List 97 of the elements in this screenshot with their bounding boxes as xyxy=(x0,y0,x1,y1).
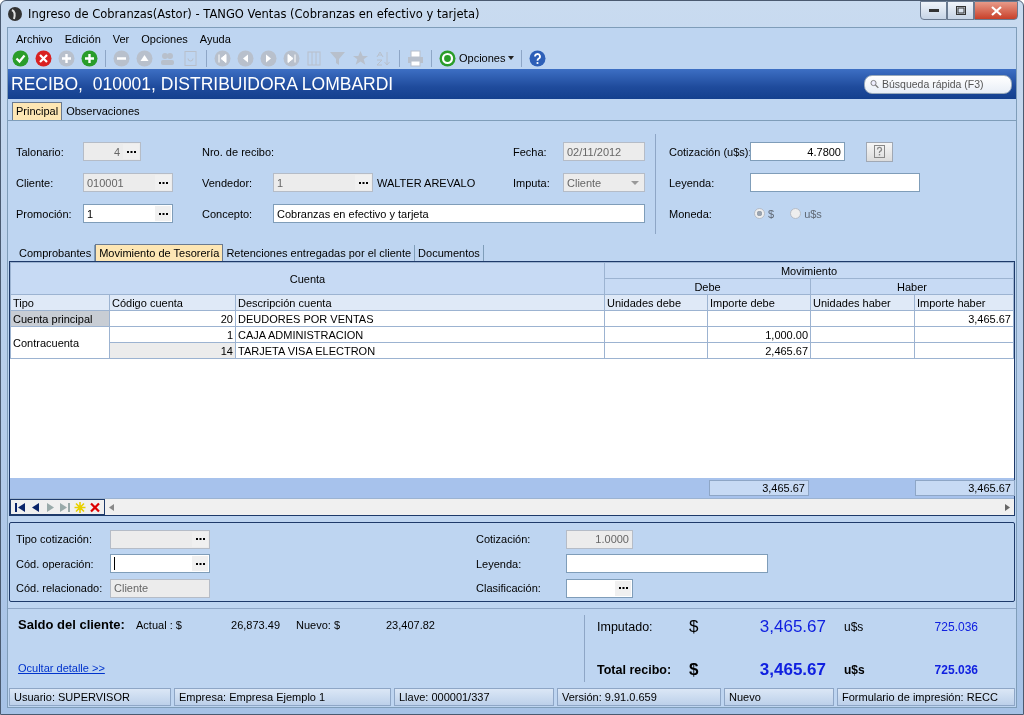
input-field[interactable] xyxy=(110,554,210,574)
tab[interactable]: Movimiento de Tesorería xyxy=(95,244,224,261)
close-icon xyxy=(990,5,1002,16)
field-label: Leyenda: xyxy=(669,176,716,189)
ellipsis-icon xyxy=(126,150,136,153)
amount-value: 3,465.67 xyxy=(758,660,826,680)
current-label: Actual : $ xyxy=(136,619,183,631)
currency-label: u$s xyxy=(844,663,866,677)
field-label: Moneda: xyxy=(669,207,713,220)
last-record-icon[interactable] xyxy=(59,501,71,513)
gear-icon xyxy=(439,49,456,67)
cancel-tool-icon[interactable] xyxy=(35,49,52,67)
search-field[interactable]: Búsqueda rápida (F3) xyxy=(864,74,1012,94)
dropdown-arrow-icon xyxy=(631,180,639,185)
status-bar-field: Llave: 000001/337 xyxy=(394,688,554,706)
field-label: Cotización: xyxy=(476,533,532,546)
currency-symbol: $ xyxy=(689,617,700,637)
field-label: Cliente: xyxy=(16,176,55,189)
status-bar-field: Nuevo xyxy=(724,688,834,706)
field-label: Cód. relacionado: xyxy=(16,582,104,595)
ellipsis-icon xyxy=(158,181,168,184)
seller-name: WALTER AREVALO xyxy=(376,176,477,189)
field-label: Cotización (u$s): xyxy=(669,145,750,158)
status-bar-field: Versión: 9.91.0.659 xyxy=(557,688,721,706)
ellipsis-icon xyxy=(158,212,168,215)
maximize-button[interactable] xyxy=(947,1,974,20)
field-label: Concepto: xyxy=(202,207,254,220)
new-balance: 23,407.82 xyxy=(386,619,436,631)
menu-item[interactable]: Edición xyxy=(60,32,109,45)
lookup-button[interactable] xyxy=(615,580,631,596)
caret-icon xyxy=(508,56,515,60)
minimize-icon xyxy=(928,8,939,13)
ellipsis-icon xyxy=(195,538,205,541)
scroll-right-icon[interactable] xyxy=(1005,503,1010,511)
field-label: Cód. operación: xyxy=(16,557,95,570)
status-bar-field: Formulario de impresión: RECC xyxy=(837,688,1015,706)
currency-label: u$s xyxy=(844,620,865,634)
scroll-left-icon[interactable] xyxy=(109,503,114,511)
tab[interactable]: Observaciones xyxy=(62,102,144,120)
help-button[interactable] xyxy=(866,141,893,162)
record-title: RECIBO, 010001, DISTRIBUIDORA LOMBARDI xyxy=(11,73,394,95)
menu-item[interactable]: Ayuda xyxy=(195,32,239,45)
ellipsis-icon xyxy=(195,562,205,565)
input-field[interactable] xyxy=(566,578,633,598)
window-title: Ingreso de Cobranzas(Astor) - TANGO Ventas (Cobranzas en efectivo y tarjeta) xyxy=(28,7,480,21)
add-tool-icon[interactable] xyxy=(81,49,98,67)
menu-item[interactable]: Archivo xyxy=(12,32,61,45)
currency-symbol: $ xyxy=(689,660,700,680)
previous-record-icon[interactable] xyxy=(29,501,41,513)
column-header: Cuenta xyxy=(10,262,605,295)
amount-label: Total recibo: xyxy=(597,663,673,677)
table-cell: Contracuenta xyxy=(10,326,110,359)
lookup-button[interactable] xyxy=(192,556,208,572)
input-field[interactable]: 1 xyxy=(83,204,173,223)
first-record-icon[interactable] xyxy=(14,501,26,513)
column-header: Movimiento xyxy=(604,262,1014,279)
ellipsis-icon xyxy=(618,587,628,590)
amount-usd: 725.036 xyxy=(933,663,978,677)
field-label: Talonario: xyxy=(16,145,65,158)
balance-label: Saldo del cliente: xyxy=(18,617,126,632)
hide-detail-link[interactable]: Ocultar detalle >> xyxy=(18,662,105,674)
new-label: Nuevo: $ xyxy=(296,619,342,631)
field-label: Vendedor: xyxy=(202,176,254,189)
search-icon xyxy=(870,77,879,91)
input-field[interactable]: 4.7800 xyxy=(750,142,845,161)
field-label: Fecha: xyxy=(513,145,548,158)
accept-tool-icon[interactable] xyxy=(12,49,29,67)
credit-total: 3,465.67 xyxy=(915,480,1015,496)
ellipsis-icon xyxy=(358,181,368,184)
field-label: Clasificación: xyxy=(476,582,542,595)
minimize-button[interactable] xyxy=(920,1,947,20)
input-field[interactable] xyxy=(566,554,768,574)
field-label: Leyenda: xyxy=(476,557,523,570)
input-field[interactable] xyxy=(750,173,920,192)
field-label: Imputa: xyxy=(513,176,551,189)
close-button[interactable] xyxy=(974,1,1018,20)
app-icon xyxy=(7,6,23,22)
options-button[interactable]: Opciones xyxy=(439,49,515,67)
amount-usd: 725.036 xyxy=(933,620,978,634)
menu-item[interactable]: Opciones xyxy=(137,32,196,45)
question-icon xyxy=(874,145,885,158)
field-label: Nro. de recibo: xyxy=(202,145,273,158)
menu-item[interactable]: Ver xyxy=(108,32,138,45)
tab[interactable]: Principal xyxy=(12,102,63,120)
field-label: Promoción: xyxy=(16,207,73,220)
input-field[interactable]: Cobranzas en efectivo y tarjeta xyxy=(273,204,645,223)
field-label: Tipo cotización: xyxy=(16,533,94,546)
delete-record-icon[interactable] xyxy=(89,501,101,513)
lookup-button[interactable] xyxy=(155,206,171,221)
status-bar-field: Usuario: SUPERVISOR xyxy=(9,688,171,706)
debit-total: 3,465.67 xyxy=(709,480,809,496)
status-bar-field: Empresa: Empresa Ejemplo 1 xyxy=(174,688,391,706)
help-icon[interactable] xyxy=(529,49,547,67)
amount-label: Imputado: xyxy=(597,620,654,634)
current-balance: 26,873.49 xyxy=(230,619,280,631)
maximize-icon xyxy=(955,6,966,15)
amount-value: 3,465.67 xyxy=(758,617,826,637)
